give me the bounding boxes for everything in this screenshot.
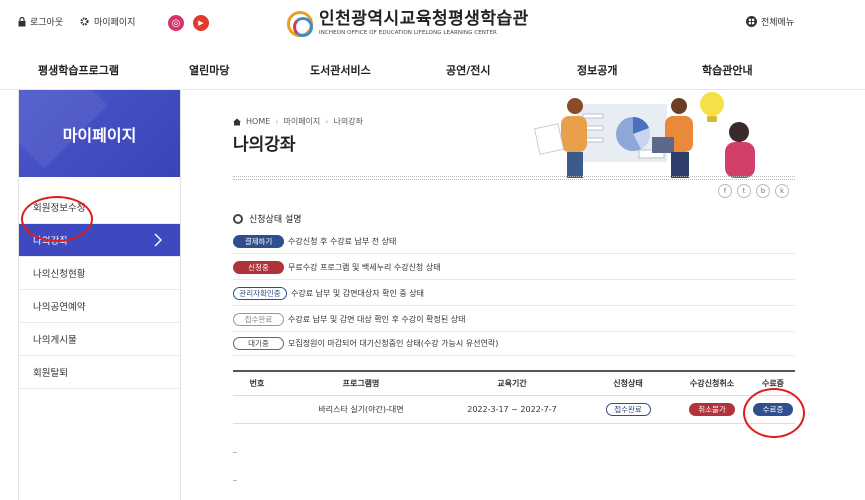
sidebar-item-label: 나의게시물 bbox=[33, 335, 77, 346]
all-menu-label: 전체메뉴 bbox=[761, 18, 795, 28]
sidebar-item-label: 나의강좌 bbox=[33, 236, 68, 247]
breadcrumb-mypage[interactable]: 마이페이지 bbox=[283, 116, 320, 127]
utility-bar: 로그아웃 마이페이지 f ◎ ▶ 인천광역시교육청평생학습관 INCHEON O… bbox=[0, 0, 865, 48]
gnb-item-performance[interactable]: 공연/전시 bbox=[446, 62, 491, 78]
main-navigation: 평생학습프로그램 열린마당 도서관서비스 공연/전시 정보공개 학습관안내 bbox=[0, 48, 865, 90]
legend-row: 신청중 무료수강 프로그램 및 백세누리 수강신청 상태 bbox=[233, 256, 795, 280]
sidebar-header: 마이페이지 bbox=[19, 90, 180, 177]
row-period: 2022-3-17 ~ 2022-7-7 bbox=[467, 405, 557, 414]
course-table: 번호 프로그램명 교육기간 신청상태 수강신청취소 수료증 바리스타 실기(야간… bbox=[233, 370, 795, 424]
divider bbox=[233, 176, 795, 180]
empty-row-marker bbox=[233, 480, 237, 481]
chevron-right-icon bbox=[154, 233, 162, 247]
row-program-name[interactable]: 바리스타 실기(야간)-대면 bbox=[281, 396, 441, 423]
breadcrumb-separator: › bbox=[275, 117, 279, 126]
cancel-unavailable-badge: 취소불가 bbox=[689, 403, 735, 416]
logo-title: 인천광역시교육청평생학습관 bbox=[319, 9, 529, 29]
breadcrumb-current: 나의강좌 bbox=[333, 117, 363, 126]
site-logo[interactable]: 인천광역시교육청평생학습관 INCHEON OFFICE OF EDUCATIO… bbox=[287, 10, 529, 37]
facebook-icon[interactable]: f bbox=[143, 15, 159, 31]
status-badge: 접수완료 bbox=[605, 403, 651, 416]
breadcrumb-separator: › bbox=[325, 117, 329, 126]
sidebar-item-label: 회원탈퇴 bbox=[33, 368, 68, 379]
gnb-item-disclosure[interactable]: 정보공개 bbox=[577, 62, 617, 78]
row-number bbox=[233, 396, 281, 423]
legend-description: 수강료 납부 및 감면대상자 확인 중 상태 bbox=[291, 289, 425, 298]
lock-icon bbox=[18, 16, 26, 26]
mypage-link[interactable]: 마이페이지 bbox=[79, 15, 135, 28]
logout-link[interactable]: 로그아웃 bbox=[18, 15, 63, 28]
sidebar: 마이페이지 회원정보수정 나의강좌 나의신청현황 나의공연예약 나의게시물 회원… bbox=[18, 90, 181, 500]
status-badge: 대기중 bbox=[233, 337, 284, 350]
gnb-item-about[interactable]: 학습관안내 bbox=[702, 62, 753, 78]
sidebar-item-my-courses[interactable]: 나의강좌 bbox=[19, 224, 180, 257]
sidebar-item-my-applications[interactable]: 나의신청현황 bbox=[19, 257, 180, 290]
status-badge: 신청중 bbox=[233, 261, 284, 274]
instagram-icon[interactable]: ◎ bbox=[168, 15, 184, 31]
page-title: 나의강좌 bbox=[233, 135, 296, 155]
status-badge: 접수완료 bbox=[233, 313, 284, 326]
sidebar-item-label: 나의신청현황 bbox=[33, 269, 86, 280]
table-header: 번호 프로그램명 교육기간 신청상태 수강신청취소 수료증 bbox=[233, 370, 795, 396]
breadcrumb-home[interactable]: HOME bbox=[246, 117, 270, 126]
table-row: 바리스타 실기(야간)-대면 2022-3-17 ~ 2022-7-7 접수완료… bbox=[233, 396, 795, 424]
hero-illustration bbox=[533, 92, 755, 178]
legend-row: 접수완료 수강료 납부 및 감면 대상 확인 후 수강이 확정된 상태 bbox=[233, 308, 795, 332]
col-number: 번호 bbox=[249, 379, 265, 388]
legend-description: 무료수강 프로그램 및 백세누리 수강신청 상태 bbox=[288, 263, 441, 272]
sidebar-title: 마이페이지 bbox=[62, 125, 137, 145]
sidebar-item-label: 나의공연예약 bbox=[33, 302, 86, 313]
logo-subtitle: INCHEON OFFICE OF EDUCATION LIFELONG LEA… bbox=[319, 30, 497, 36]
mypage-label: 마이페이지 bbox=[94, 18, 136, 28]
legend-description: 모집정원이 마감되어 대기신청중인 상태(수강 가능시 유선연락) bbox=[288, 339, 499, 348]
gnb-item-programs[interactable]: 평생학습프로그램 bbox=[38, 62, 119, 78]
all-menu-button[interactable]: 전체메뉴 bbox=[746, 15, 794, 28]
certificate-button[interactable]: 수료증 bbox=[753, 403, 793, 416]
gnb-item-library[interactable]: 도서관서비스 bbox=[310, 62, 371, 78]
facebook-share-icon[interactable]: f bbox=[718, 184, 732, 198]
legend-row: 관리자확인중 수강료 납부 및 감면대상자 확인 중 상태 bbox=[233, 282, 795, 306]
circle-bullet-icon bbox=[233, 213, 243, 224]
status-badge: 결제하기 bbox=[233, 235, 284, 248]
kakao-share-icon[interactable]: k bbox=[775, 184, 789, 198]
grid-menu-icon bbox=[746, 16, 757, 27]
legend-row: 결제하기 수강신청 후 수강료 납부 전 상태 bbox=[233, 230, 795, 254]
col-cancel: 수강신청취소 bbox=[689, 379, 735, 388]
sidebar-item-my-reservations[interactable]: 나의공연예약 bbox=[19, 290, 180, 323]
twitter-share-icon[interactable]: t bbox=[737, 184, 751, 198]
sidebar-item-my-posts[interactable]: 나의게시물 bbox=[19, 323, 180, 356]
legend-row: 대기중 모집정원이 마감되어 대기신청중인 상태(수강 가능시 유선연락) bbox=[233, 332, 795, 356]
legend-description: 수강료 납부 및 감면 대상 확인 후 수강이 확정된 상태 bbox=[288, 315, 466, 324]
logout-label: 로그아웃 bbox=[30, 18, 64, 28]
youtube-icon[interactable]: ▶ bbox=[193, 15, 209, 31]
gear-icon bbox=[80, 17, 89, 26]
breadcrumb: HOME › 마이페이지 › 나의강좌 bbox=[233, 116, 363, 127]
blog-share-icon[interactable]: b bbox=[756, 184, 770, 198]
sidebar-item-withdraw[interactable]: 회원탈퇴 bbox=[19, 356, 180, 389]
col-period: 교육기간 bbox=[497, 379, 527, 388]
empty-row-marker bbox=[233, 452, 237, 453]
sidebar-item-edit-profile[interactable]: 회원정보수정 bbox=[19, 191, 180, 224]
logo-emblem bbox=[287, 10, 313, 37]
home-icon bbox=[233, 118, 241, 125]
gnb-item-open-forum[interactable]: 열린마당 bbox=[189, 62, 229, 78]
sidebar-item-label: 회원정보수정 bbox=[33, 203, 86, 214]
row-certificate-cell: 수료증 bbox=[751, 396, 795, 423]
col-status: 신청상태 bbox=[613, 379, 643, 388]
col-certificate: 수료증 bbox=[761, 379, 785, 388]
row-status-cell: 접수완료 bbox=[583, 396, 673, 423]
status-badge: 관리자확인중 bbox=[233, 287, 287, 300]
col-program: 프로그램명 bbox=[342, 379, 380, 388]
legend-description: 수강신청 후 수강료 납부 전 상태 bbox=[288, 237, 397, 246]
status-legend-heading: 신청상태 설명 bbox=[233, 212, 302, 225]
row-cancel-cell: 취소불가 bbox=[673, 396, 751, 423]
legend-heading-text: 신청상태 설명 bbox=[249, 215, 302, 225]
